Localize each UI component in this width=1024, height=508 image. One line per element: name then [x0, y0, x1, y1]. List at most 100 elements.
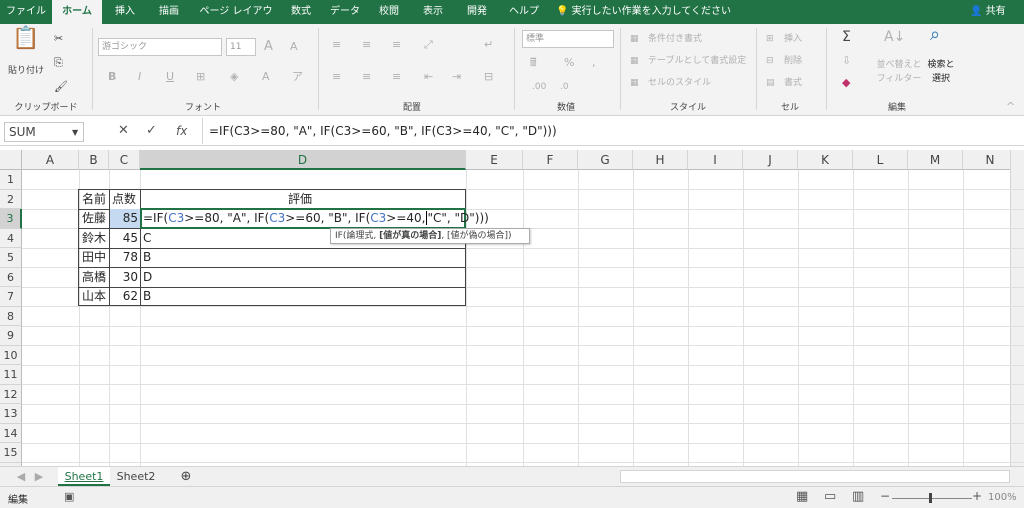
- clear-icon[interactable]: ◆: [842, 76, 850, 90]
- font-name-select[interactable]: 游ゴシック: [98, 38, 222, 56]
- format-as-table-icon[interactable]: ▦: [630, 54, 639, 68]
- conditional-format-icon[interactable]: ▦: [630, 32, 639, 46]
- horizontal-scrollbar[interactable]: [620, 470, 1010, 483]
- grade-cell[interactable]: D: [143, 268, 152, 287]
- row-header[interactable]: 6: [0, 267, 22, 287]
- align-middle-icon[interactable]: ≡: [362, 38, 371, 52]
- add-sheet-icon[interactable]: ⊕: [176, 467, 196, 486]
- formula-input[interactable]: =IF(C3>=80, "A", IF(C3>=60, "B", IF(C3>=…: [202, 118, 1022, 144]
- column-header-g[interactable]: G: [578, 150, 633, 170]
- sort-filter-icon[interactable]: A↓: [884, 30, 905, 44]
- format-cells-icon[interactable]: ▤: [766, 76, 775, 90]
- row-header[interactable]: 13: [0, 404, 22, 424]
- copy-icon[interactable]: ⎘: [54, 56, 63, 70]
- indent-increase-icon[interactable]: ⇥: [452, 70, 461, 84]
- fill-icon[interactable]: ⇩: [842, 54, 851, 68]
- zoom-out-icon[interactable]: −: [880, 489, 890, 503]
- enter-icon[interactable]: ✓: [146, 124, 157, 138]
- zoom-slider[interactable]: [892, 498, 972, 499]
- column-header-a[interactable]: A: [22, 150, 79, 170]
- select-all-corner[interactable]: [0, 150, 22, 170]
- comma-icon[interactable]: ,: [592, 56, 596, 70]
- row-header[interactable]: 14: [0, 423, 22, 443]
- align-right-icon[interactable]: ≡: [392, 70, 401, 84]
- tab-data[interactable]: データ: [328, 0, 362, 24]
- grade-cell[interactable]: B: [143, 248, 151, 267]
- shrink-font-icon[interactable]: A: [290, 40, 298, 54]
- row-header[interactable]: 8: [0, 306, 22, 326]
- insert-cells-button[interactable]: 挿入: [784, 32, 802, 46]
- underline-button[interactable]: U: [166, 70, 174, 84]
- prev-sheet-icon[interactable]: ◀: [14, 467, 28, 486]
- grow-font-icon[interactable]: A: [264, 40, 273, 54]
- merge-icon[interactable]: ⊟: [484, 70, 493, 84]
- zoom-level[interactable]: 100%: [988, 492, 1017, 503]
- score-cell[interactable]: 30: [110, 268, 138, 287]
- column-header-k[interactable]: K: [798, 150, 853, 170]
- tell-me[interactable]: 💡 実行したい作業を入力してください: [556, 0, 731, 24]
- align-top-icon[interactable]: ≡: [332, 38, 341, 52]
- find-select-button[interactable]: 検索と 選択: [924, 58, 958, 86]
- decrease-decimal-icon[interactable]: .0: [560, 80, 569, 94]
- tab-file[interactable]: ファイル: [6, 0, 46, 24]
- row-header[interactable]: 11: [0, 365, 22, 385]
- tab-home[interactable]: ホーム: [52, 0, 102, 24]
- page-break-view-icon[interactable]: ▥: [852, 489, 864, 504]
- worksheet-grid[interactable]: A B C D E F G H I J K L M N 1 2 3 4 5 6 …: [0, 150, 1024, 466]
- column-header-j[interactable]: J: [743, 150, 798, 170]
- bold-button[interactable]: B: [108, 70, 116, 84]
- row-header[interactable]: 3: [0, 209, 22, 229]
- tab-developer[interactable]: 開発: [460, 0, 494, 24]
- grade-cell[interactable]: B: [143, 287, 151, 306]
- share-button[interactable]: 👤 共有: [970, 0, 1006, 24]
- column-header-b[interactable]: B: [79, 150, 109, 170]
- conditional-format-button[interactable]: 条件付き書式: [648, 32, 702, 46]
- normal-view-icon[interactable]: ▦: [796, 489, 808, 504]
- paste-label[interactable]: 貼り付け: [6, 64, 46, 78]
- sort-filter-button[interactable]: 並べ替えと フィルター: [876, 58, 922, 86]
- name-cell[interactable]: 田中: [82, 248, 106, 267]
- row-header[interactable]: 10: [0, 345, 22, 365]
- row-header[interactable]: 4: [0, 228, 22, 248]
- align-left-icon[interactable]: ≡: [332, 70, 341, 84]
- zoom-in-icon[interactable]: +: [972, 489, 982, 503]
- column-header-c[interactable]: C: [109, 150, 140, 170]
- italic-button[interactable]: I: [138, 70, 141, 84]
- cell-styles-button[interactable]: セルのスタイル: [648, 76, 711, 90]
- name-cell[interactable]: 高橋: [82, 268, 106, 287]
- currency-icon[interactable]: 🖩: [530, 56, 537, 70]
- format-as-table-button[interactable]: テーブルとして書式設定: [648, 54, 746, 68]
- insert-function-icon[interactable]: fx: [176, 124, 187, 138]
- tab-formulas[interactable]: 数式: [284, 0, 318, 24]
- tab-view[interactable]: 表示: [416, 0, 450, 24]
- zoom-slider-thumb[interactable]: [929, 493, 932, 503]
- grade-cell[interactable]: C: [143, 229, 151, 248]
- fill-color-icon[interactable]: ◈: [230, 70, 238, 84]
- font-color-icon[interactable]: A: [262, 70, 270, 84]
- name-cell[interactable]: 山本: [82, 287, 106, 306]
- delete-cells-button[interactable]: 削除: [784, 54, 802, 68]
- row-header[interactable]: 1: [0, 170, 22, 190]
- column-header-d[interactable]: D: [140, 150, 466, 170]
- column-header-m[interactable]: M: [908, 150, 963, 170]
- insert-cells-icon[interactable]: ⊞: [766, 32, 774, 46]
- format-painter-icon[interactable]: 🖌: [54, 80, 68, 94]
- tab-help[interactable]: ヘルプ: [504, 0, 544, 24]
- wrap-text-icon[interactable]: ↵: [484, 38, 493, 52]
- indent-decrease-icon[interactable]: ⇤: [424, 70, 433, 84]
- row-header[interactable]: 7: [0, 287, 22, 307]
- cell-styles-icon[interactable]: ▦: [630, 76, 639, 90]
- next-sheet-icon[interactable]: ▶: [32, 467, 46, 486]
- tab-page-layout[interactable]: ページ レイアウト: [196, 0, 276, 41]
- cell-formula-edit[interactable]: =IF(C3>=80, "A", IF(C3>=60, "B", IF(C3>=…: [143, 209, 489, 228]
- sheet-tab-sheet1[interactable]: Sheet1: [58, 467, 110, 486]
- column-header-f[interactable]: F: [523, 150, 578, 170]
- score-cell[interactable]: 85: [110, 209, 138, 228]
- name-cell[interactable]: 鈴木: [82, 229, 106, 248]
- sheet-tab-sheet2[interactable]: Sheet2: [112, 467, 160, 486]
- page-layout-view-icon[interactable]: ▭: [824, 489, 836, 504]
- name-cell[interactable]: 佐藤: [82, 209, 106, 228]
- row-header[interactable]: 5: [0, 248, 22, 268]
- align-center-icon[interactable]: ≡: [362, 70, 371, 84]
- row-header[interactable]: 15: [0, 443, 22, 463]
